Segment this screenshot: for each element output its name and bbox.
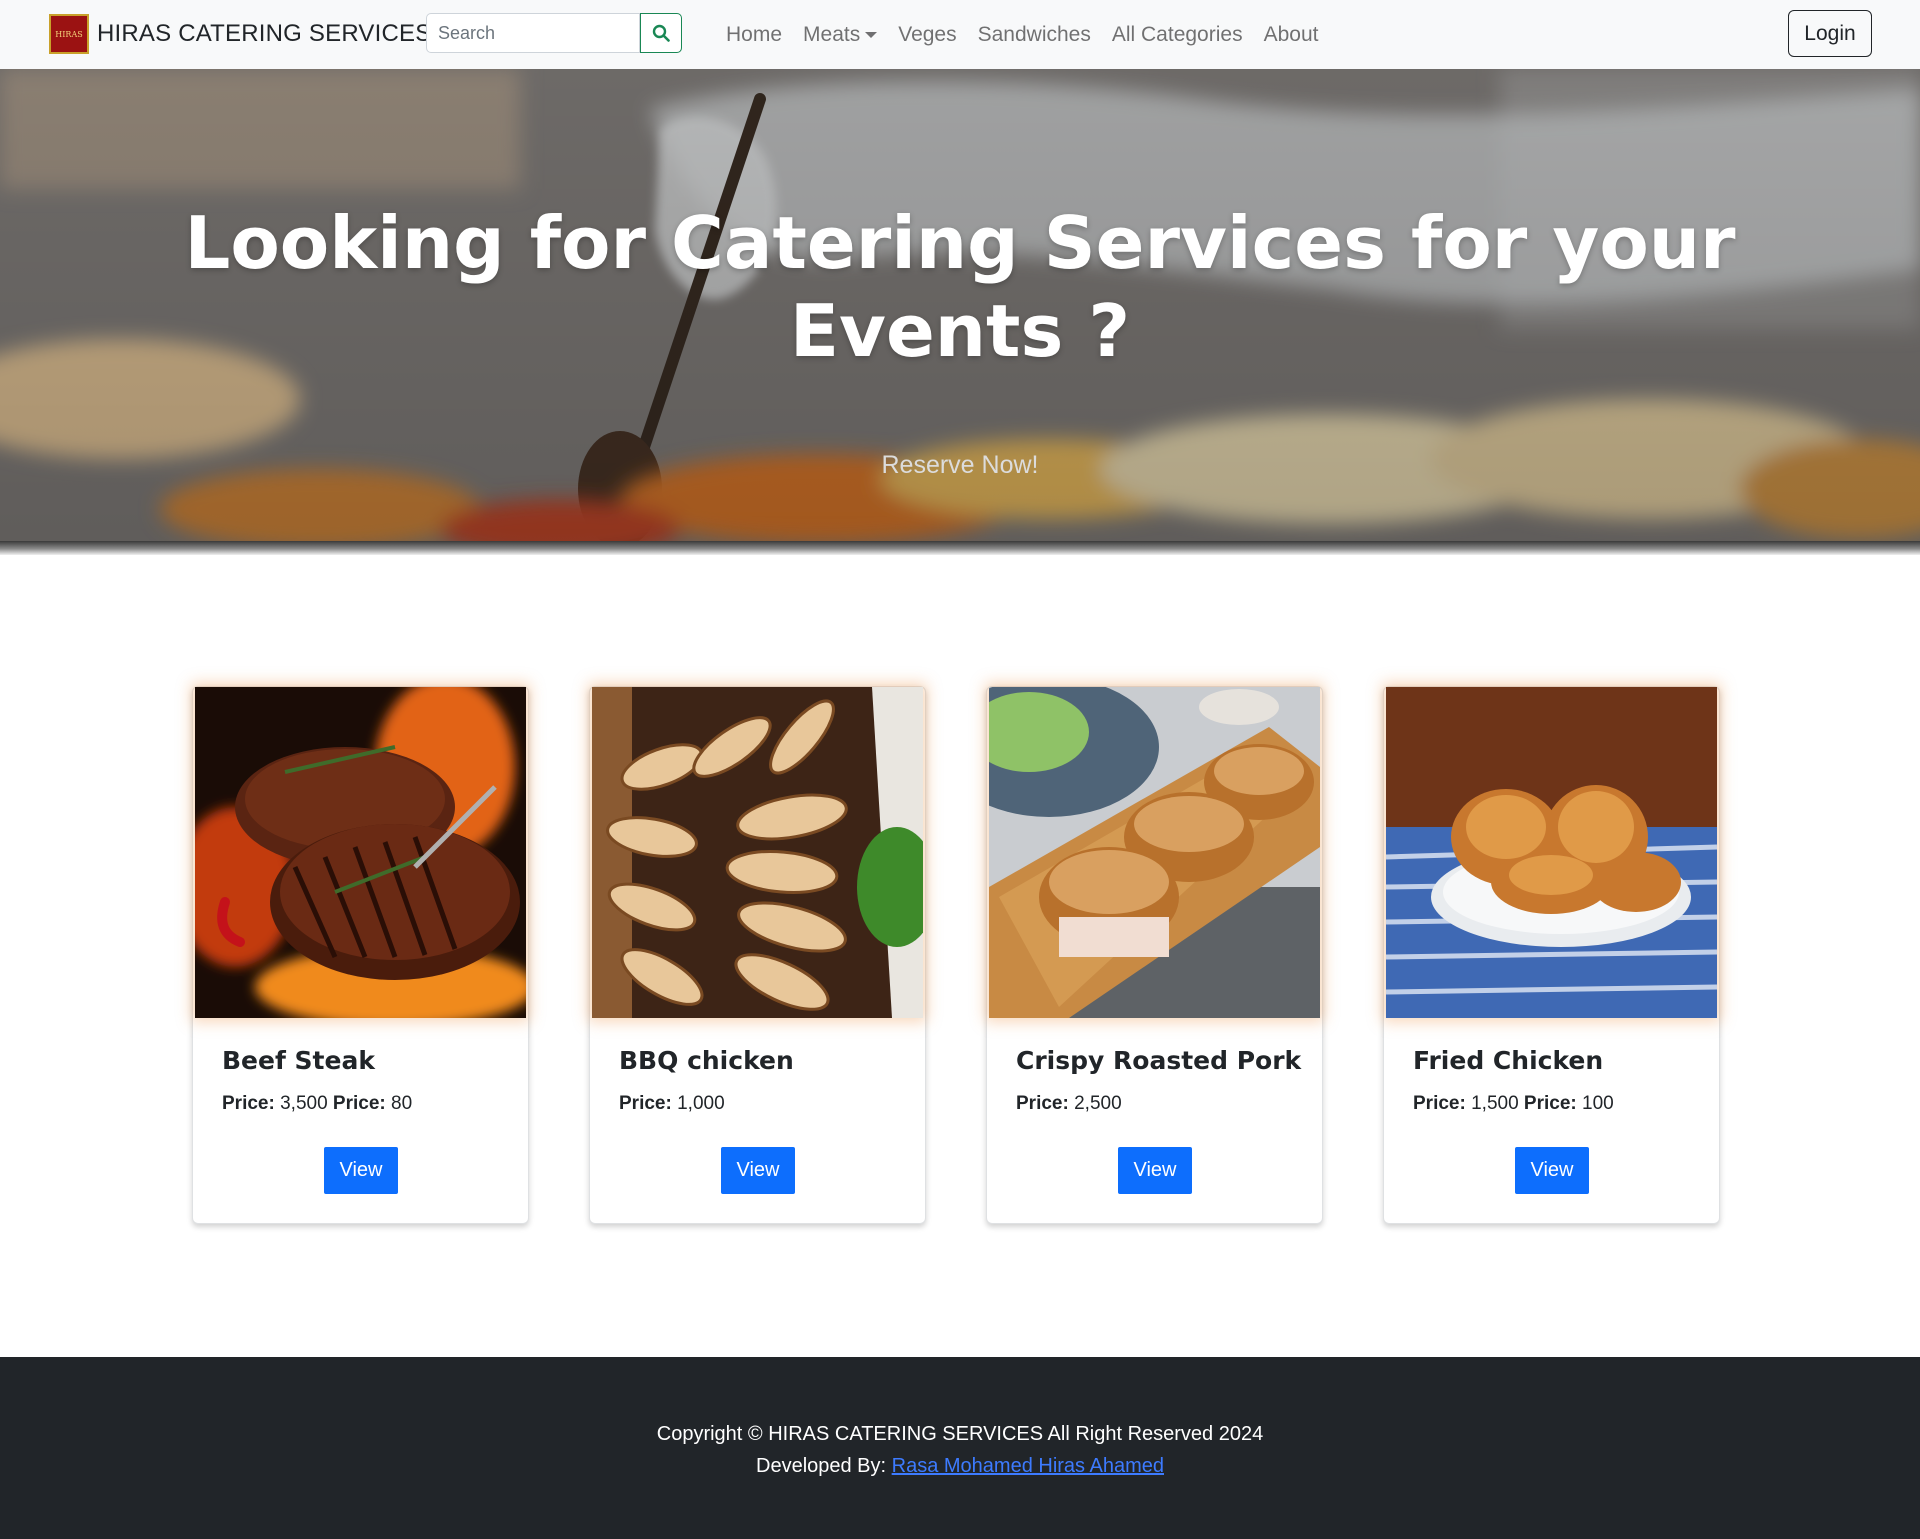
- brand-logo: HIRAS: [49, 14, 89, 54]
- beef-steak-image: [195, 687, 526, 1018]
- product-name: Fried Chicken: [1413, 1046, 1604, 1075]
- navbar: HIRAS HIRAS CATERING SERVICES Home Meats…: [0, 0, 1920, 69]
- bbq-chicken-image: [592, 687, 923, 1018]
- view-button[interactable]: View: [721, 1147, 795, 1194]
- nav-links: Home Meats Veges Sandwiches All Categori…: [726, 0, 1339, 69]
- nav-veges[interactable]: Veges: [898, 23, 956, 47]
- price-label: Price:: [619, 1093, 672, 1114]
- nav-all-categories[interactable]: All Categories: [1112, 23, 1243, 47]
- view-button[interactable]: View: [1515, 1147, 1589, 1194]
- nav-meats-dropdown[interactable]: Meats: [803, 22, 878, 47]
- footer-copyright: Copyright © HIRAS CATERING SERVICES All …: [656, 1423, 1264, 1445]
- product-card: Crispy Roasted Pork Price: 2,500 View: [986, 686, 1323, 1224]
- fried-chicken-image: [1386, 687, 1717, 1018]
- price-value-2: 100: [1582, 1093, 1614, 1114]
- nav-home[interactable]: Home: [726, 23, 782, 47]
- price-label: Price:: [222, 1093, 275, 1114]
- product-image-beef-steak: [195, 687, 526, 1018]
- product-price: Price: 3,500 Price: 80: [222, 1093, 412, 1115]
- brand-logo-text: HIRAS: [55, 29, 83, 39]
- price-label: Price:: [1016, 1093, 1069, 1114]
- product-card: Beef Steak Price: 3,500 Price: 80 View: [192, 686, 529, 1224]
- hero-banner: Looking for Catering Services for your E…: [0, 69, 1920, 541]
- product-image-crispy-roasted-pork: [989, 687, 1320, 1018]
- price-value: 2,500: [1074, 1093, 1122, 1114]
- search-icon: [652, 24, 670, 42]
- price-value: 1,500: [1471, 1093, 1519, 1114]
- search-form: [426, 13, 682, 53]
- nav-about[interactable]: About: [1264, 23, 1319, 47]
- price-label: Price:: [1413, 1093, 1466, 1114]
- hero-title: Looking for Catering Services for your E…: [184, 201, 1736, 373]
- product-image-bbq-chicken: [592, 687, 923, 1018]
- nav-sandwiches[interactable]: Sandwiches: [978, 23, 1091, 47]
- product-price: Price: 1,500 Price: 100: [1413, 1093, 1614, 1115]
- brand-name[interactable]: HIRAS CATERING SERVICES: [97, 20, 431, 48]
- product-cards: Beef Steak Price: 3,500 Price: 80 View B…: [192, 686, 1722, 1224]
- price-value: 1,000: [677, 1093, 725, 1114]
- search-button[interactable]: [640, 13, 682, 53]
- price-label-2: Price:: [1523, 1093, 1577, 1114]
- developer-link[interactable]: Rasa Mohamed Hiras Ahamed: [892, 1455, 1164, 1477]
- login-button[interactable]: Login: [1788, 10, 1872, 57]
- price-value: 3,500: [280, 1093, 328, 1114]
- crispy-roasted-pork-image: [989, 687, 1320, 1018]
- product-price: Price: 1,000: [619, 1093, 725, 1115]
- product-card: Fried Chicken Price: 1,500 Price: 100 Vi…: [1383, 686, 1720, 1224]
- product-image-fried-chicken: [1386, 687, 1717, 1018]
- nav-meats-label: Meats: [803, 22, 861, 46]
- view-button[interactable]: View: [324, 1147, 398, 1194]
- hero-subtitle: Reserve Now!: [881, 451, 1039, 479]
- footer: Copyright © HIRAS CATERING SERVICES All …: [0, 1357, 1920, 1539]
- product-name: BBQ chicken: [619, 1046, 794, 1075]
- product-price: Price: 2,500: [1016, 1093, 1122, 1115]
- view-button[interactable]: View: [1118, 1147, 1192, 1194]
- caret-down-icon: [865, 31, 878, 38]
- footer-credits: Developed By: Rasa Mohamed Hiras Ahamed: [0, 1455, 1920, 1478]
- hero-divider: [0, 541, 1920, 555]
- price-value-2: 80: [391, 1093, 413, 1114]
- product-name: Beef Steak: [222, 1046, 375, 1075]
- developed-by-label: Developed By:: [756, 1455, 887, 1477]
- search-input[interactable]: [426, 13, 640, 53]
- price-label-2: Price:: [332, 1093, 386, 1114]
- product-card: BBQ chicken Price: 1,000 View: [589, 686, 926, 1224]
- product-name: Crispy Roasted Pork: [1016, 1046, 1302, 1075]
- brand[interactable]: HIRAS HIRAS CATERING SERVICES: [49, 14, 431, 54]
